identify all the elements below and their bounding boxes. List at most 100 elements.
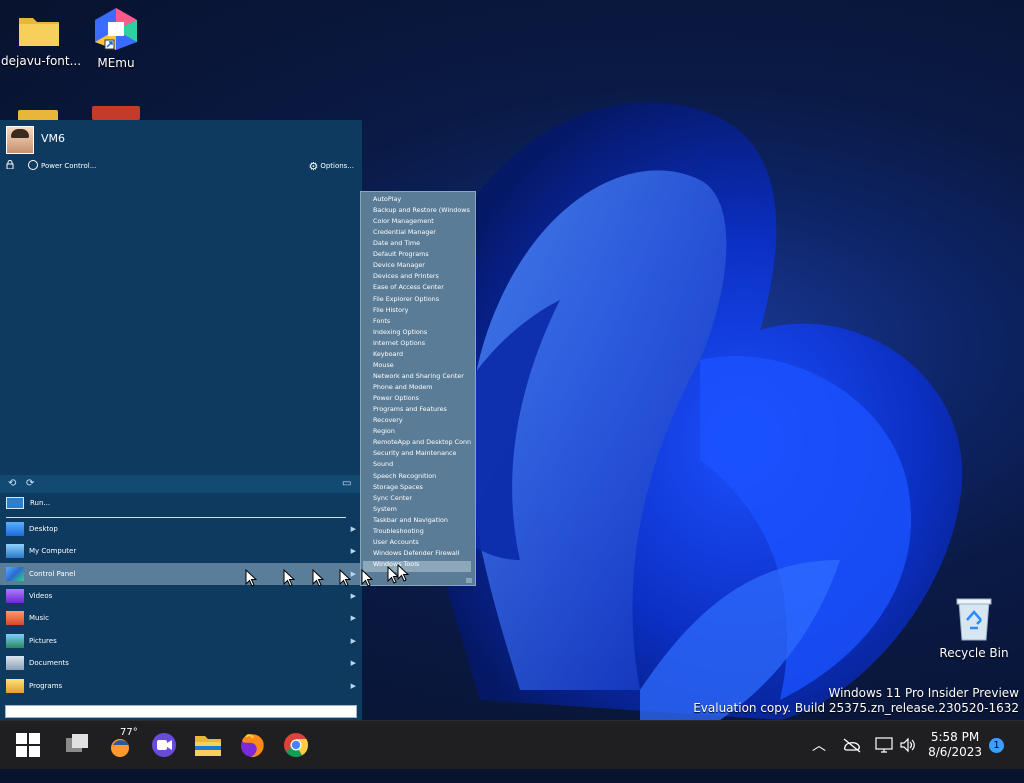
start-item-label: Documents [29,659,69,667]
start-item-desktop[interactable]: Desktop ▶ [0,518,362,540]
firefox-icon[interactable] [236,729,268,761]
run-button[interactable]: Run... [6,497,346,518]
start-item-label: Videos [29,592,53,600]
user-name: VM6 [41,132,66,145]
weather-widget[interactable]: 77° [105,727,138,761]
submenu-item[interactable]: System [373,504,471,515]
submenu-item[interactable]: Windows Defender Firewall [373,548,471,559]
submenu-item[interactable]: Sync Center [373,493,471,504]
power-control-button[interactable]: Power Control... [28,160,96,170]
submenu-item[interactable]: Credential Manager [373,227,471,238]
start-item-documents[interactable]: Documents ▶ [0,652,362,674]
chevron-right-icon: ▶ [350,682,356,690]
start-item-control-panel[interactable]: Control Panel ▶ [0,563,362,585]
clock-date: 8/6/2023 [928,745,982,759]
desktop-icon-label: Recycle Bin [939,646,1009,660]
start-search-input[interactable] [5,705,357,718]
submenu-item[interactable]: File History [373,305,471,316]
submenu-item[interactable]: RemoteApp and Desktop Conn [373,437,471,448]
window-icon[interactable]: ▭ [342,478,354,489]
network-disconnected-icon[interactable] [842,737,862,753]
submenu-item[interactable]: Speech Recognition [373,471,471,482]
control-panel-icon [6,567,24,581]
submenu-item[interactable]: Internet Options [373,338,471,349]
submenu-item[interactable]: Troubleshooting [373,526,471,537]
start-item-label: Desktop [29,525,58,533]
submenu-scroll-grip[interactable] [466,578,472,583]
submenu-item[interactable]: Device Manager [373,260,471,271]
back-icon[interactable]: ⟲ [8,478,20,489]
start-menu: VM6 Power Control... ⚙ Options... ⟲ ⟳ ▭ R… [0,120,362,720]
watermark-line2: Evaluation copy. Build 25375.zn_release.… [693,701,1019,715]
start-item-pictures[interactable]: Pictures ▶ [0,630,362,652]
submenu-item[interactable]: Default Programs [373,249,471,260]
submenu-item[interactable]: User Accounts [373,537,471,548]
options-button[interactable]: ⚙ Options... [308,160,354,173]
submenu-item[interactable]: Taskbar and Navigation [373,515,471,526]
submenu-item[interactable]: Mouse [373,360,471,371]
submenu-item[interactable]: Fonts [373,316,471,327]
chevron-right-icon: ▶ [350,547,356,555]
control-panel-submenu: AutoPlay Backup and Restore (Windows Color… [360,191,476,586]
chrome-icon[interactable] [280,729,312,761]
desktop-icon-recycle-bin[interactable]: Recycle Bin [936,596,1012,660]
quick-bar: ⟲ ⟳ ▭ [0,475,362,493]
windows-start-icon[interactable] [12,729,44,761]
submenu-item[interactable]: Region [373,426,471,437]
file-explorer-icon[interactable] [192,729,224,761]
submenu-item[interactable]: Network and Sharing Center [373,371,471,382]
start-item-my-computer[interactable]: My Computer ▶ [0,540,362,562]
submenu-item[interactable]: Sound [373,459,471,470]
start-utility-bar: Power Control... ⚙ Options... [0,158,362,174]
power-control-label: Power Control... [41,162,97,170]
mouse-cursor-icon [312,569,324,587]
submenu-item[interactable]: Ease of Access Center [373,282,471,293]
submenu-item[interactable]: Keyboard [373,349,471,360]
submenu-item[interactable]: Devices and Printers [373,271,471,282]
clock-time: 5:58 PM [930,730,980,744]
display-icon[interactable] [875,736,893,754]
start-item-videos[interactable]: Videos ▶ [0,585,362,607]
clock[interactable]: 5:58 PM 8/6/2023 [928,730,982,760]
submenu-item[interactable]: Date and Time [373,238,471,249]
weather-temp: 77° [120,727,138,738]
submenu-item[interactable]: File Explorer Options [373,294,471,305]
lock-icon[interactable] [6,160,14,169]
folder-icon [18,110,58,120]
chevron-right-icon: ▶ [350,592,356,600]
submenu-item[interactable]: Backup and Restore (Windows [373,205,471,216]
mouse-cursor-icon [339,569,351,587]
run-label: Run... [30,499,51,507]
avatar[interactable] [6,126,34,154]
submenu-item[interactable]: Phone and Modem [373,382,471,393]
submenu-item[interactable]: Programs and Features [373,404,471,415]
mouse-cursor-icon [397,564,409,582]
desktop-icon-label: MEmu [97,56,135,70]
task-view-icon[interactable] [61,729,93,761]
power-icon [28,160,38,170]
mouse-cursor-icon [361,569,373,587]
submenu-item[interactable]: Indexing Options [373,327,471,338]
options-label: Options... [320,162,354,170]
submenu-item[interactable]: Power Options [373,393,471,404]
chevron-up-icon[interactable]: ︿ [812,735,826,783]
notification-badge[interactable]: 1 [989,738,1004,753]
refresh-icon[interactable]: ⟳ [26,478,38,489]
volume-icon[interactable] [899,736,917,754]
mouse-cursor-icon [283,569,295,587]
desktop-icon-memu[interactable]: MEmu [78,6,154,70]
submenu-item[interactable]: Recovery [373,415,471,426]
computer-icon [6,544,24,558]
submenu-item[interactable]: Security and Maintenance [373,448,471,459]
programs-icon [6,679,24,693]
desktop-icon-dejavu-fonts[interactable]: dejavu-font... [1,10,81,68]
submenu-item[interactable]: Storage Spaces [373,482,471,493]
submenu-item[interactable]: Color Management [373,216,471,227]
meet-chat-icon[interactable] [148,729,180,761]
archive-icon [92,106,140,120]
chevron-right-icon: ▶ [350,570,356,578]
chevron-right-icon: ▶ [350,637,356,645]
submenu-item[interactable]: AutoPlay [373,194,471,205]
start-item-music[interactable]: Music ▶ [0,607,362,629]
start-item-programs[interactable]: Programs ▶ [0,675,362,697]
